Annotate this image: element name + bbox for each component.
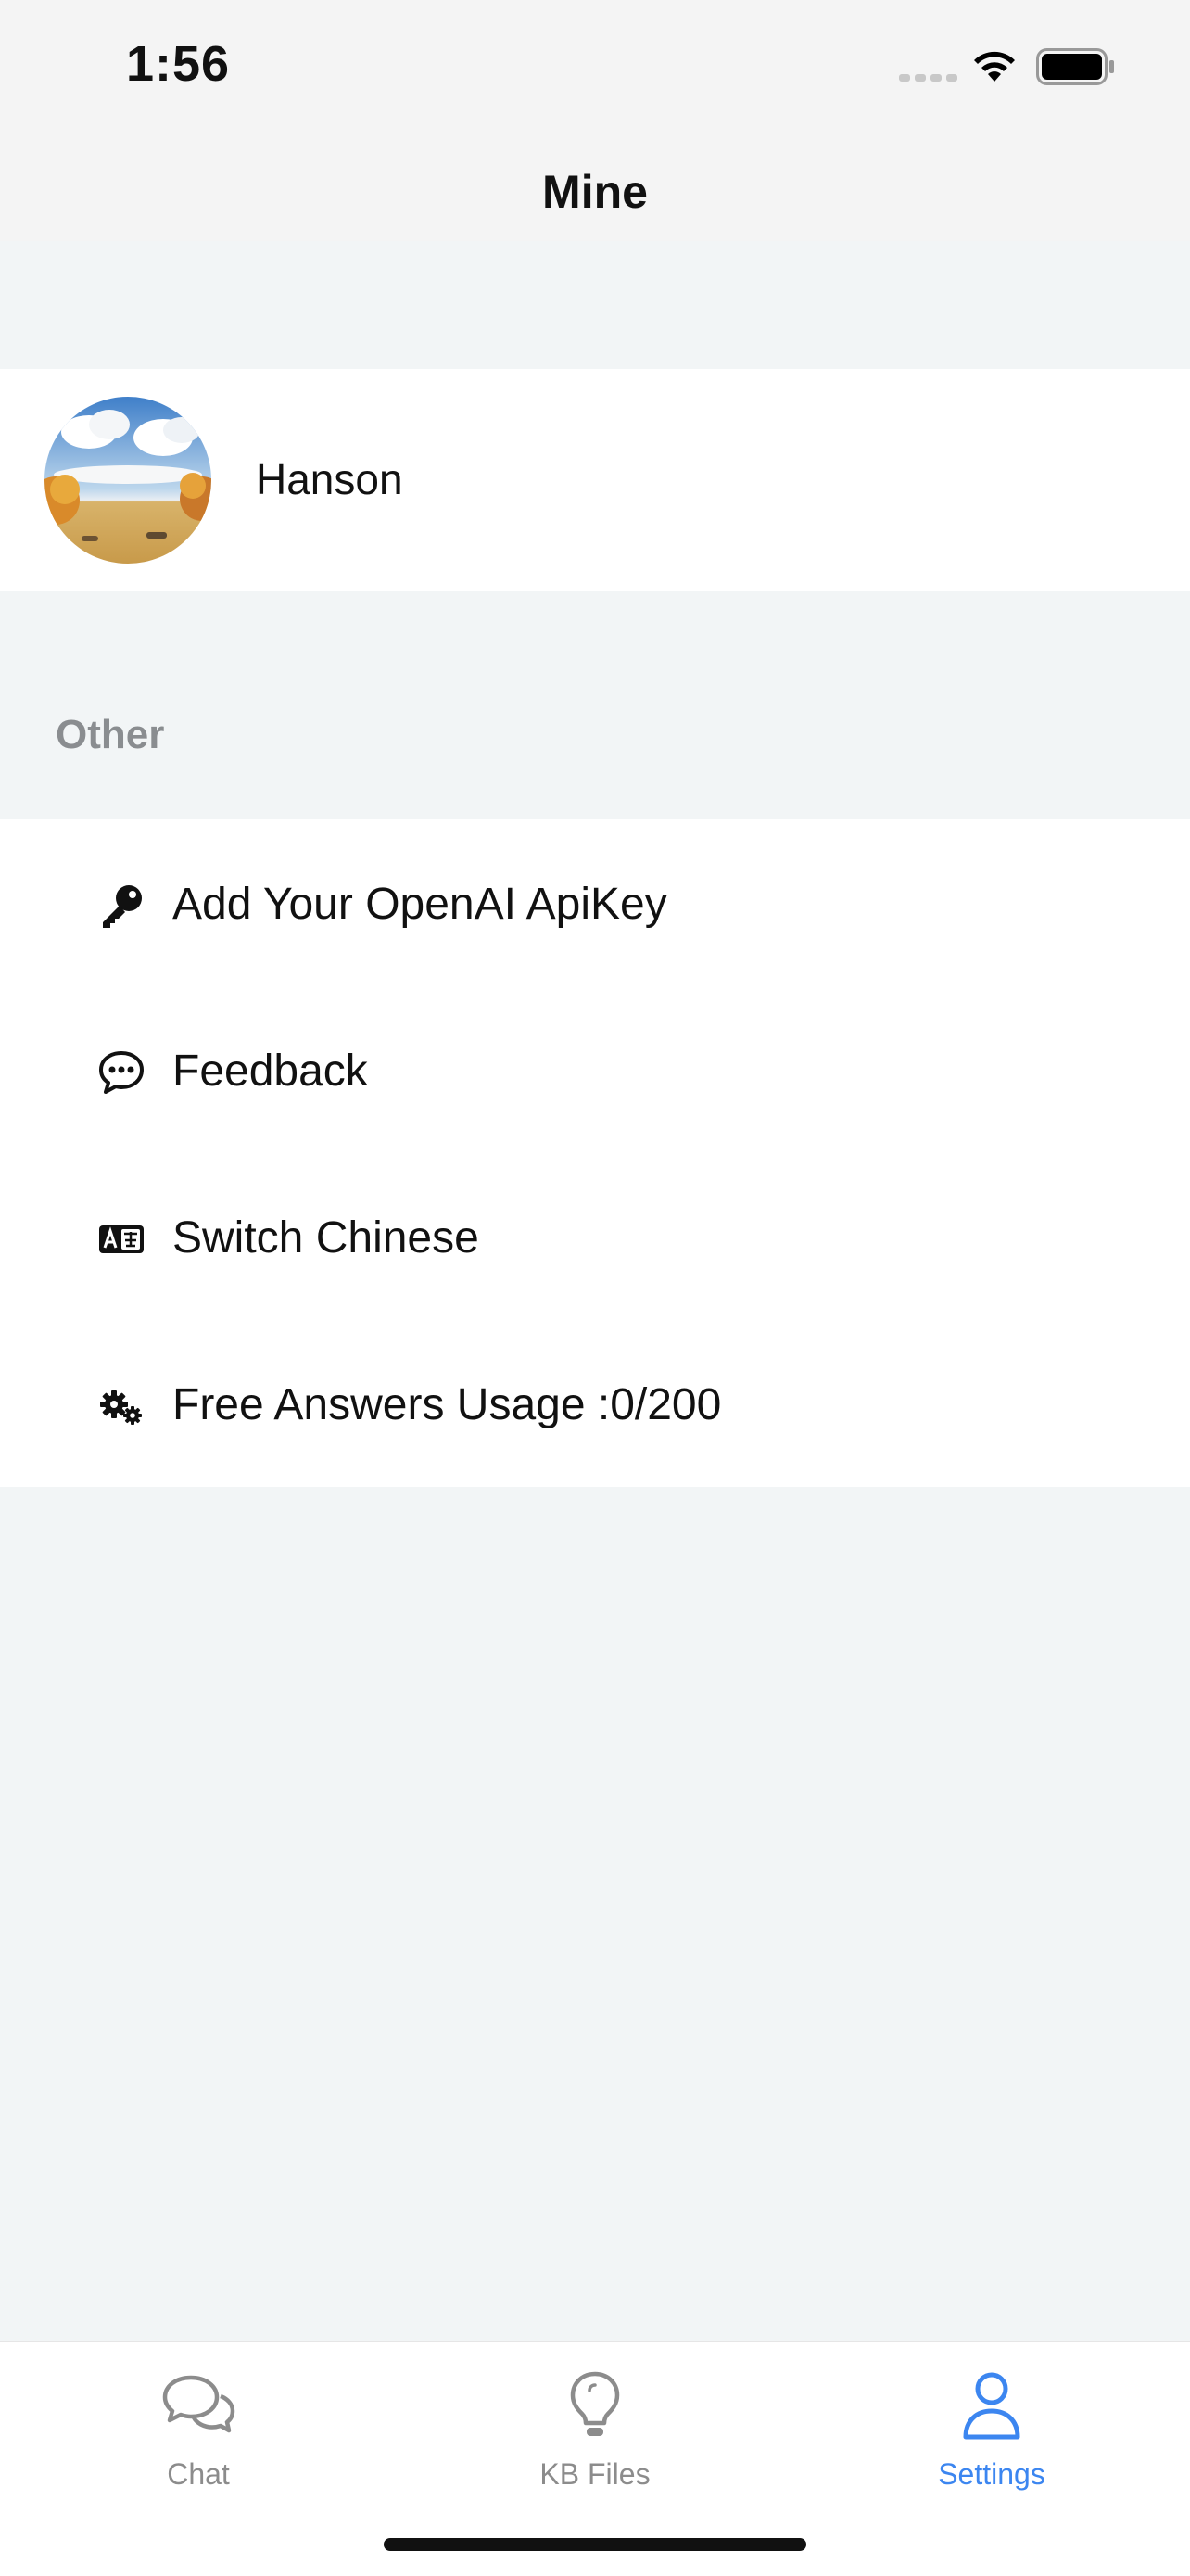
settings-menu: Add Your OpenAI ApiKey Feedback Switch C… — [0, 819, 1190, 1487]
lightbulb-icon — [570, 2371, 620, 2436]
translate-icon — [96, 1214, 146, 1264]
menu-item-switch-chinese[interactable]: Switch Chinese — [0, 1153, 1190, 1320]
home-indicator[interactable] — [384, 2538, 806, 2551]
tab-kb-files[interactable]: KB Files — [397, 2342, 793, 2528]
navigation-bar: Mine — [0, 130, 1190, 241]
cellular-signal-icon — [899, 74, 957, 82]
menu-item-free-answers-usage[interactable]: Free Answers Usage :0/200 — [0, 1320, 1190, 1487]
tab-settings[interactable]: Settings — [793, 2342, 1190, 2528]
chat-icon — [162, 2375, 235, 2433]
profile-row[interactable]: Hanson — [0, 369, 1190, 591]
tab-label: Chat — [167, 2457, 230, 2491]
menu-item-openai-apikey[interactable]: Add Your OpenAI ApiKey — [0, 819, 1190, 986]
menu-item-label: Switch Chinese — [172, 1213, 479, 1263]
status-bar: 1:56 — [0, 0, 1190, 130]
menu-item-label: Feedback — [172, 1047, 368, 1096]
status-time: 1:56 — [126, 36, 231, 92]
gears-icon — [96, 1381, 146, 1431]
avatar[interactable] — [44, 397, 211, 564]
person-icon — [963, 2372, 1020, 2440]
avatar-image — [44, 397, 211, 564]
section-header-other: Other — [56, 712, 165, 757]
tab-label: Settings — [938, 2457, 1045, 2491]
key-icon — [96, 881, 146, 931]
chat-bubble-icon — [96, 1047, 146, 1098]
battery-icon — [1036, 48, 1114, 85]
wifi-icon — [974, 51, 1015, 82]
menu-item-label: Free Answers Usage :0/200 — [172, 1380, 722, 1429]
tab-label: KB Files — [539, 2457, 651, 2491]
page-title: Mine — [542, 166, 648, 218]
menu-item-feedback[interactable]: Feedback — [0, 986, 1190, 1153]
profile-name: Hanson — [256, 455, 403, 503]
tab-chat[interactable]: Chat — [0, 2342, 397, 2528]
menu-item-label: Add Your OpenAI ApiKey — [172, 880, 667, 929]
